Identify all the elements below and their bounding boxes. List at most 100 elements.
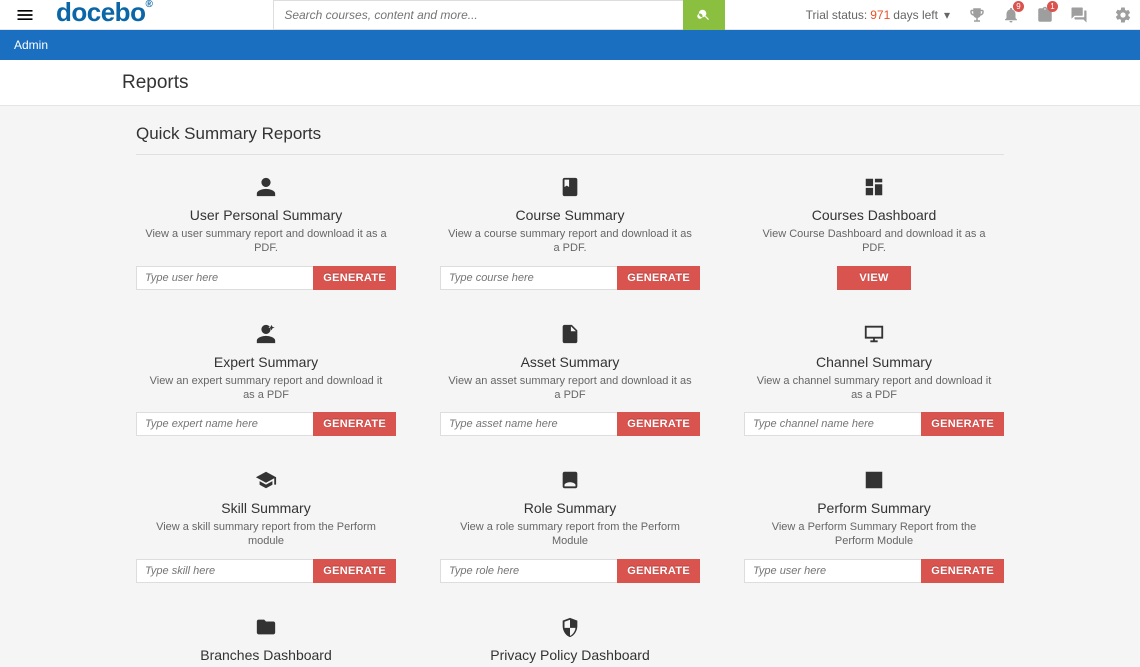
page-title-strip: Reports (0, 60, 1140, 106)
card-description: View a channel summary report and downlo… (744, 374, 1004, 403)
report-card: Asset Summary View an asset summary repor… (440, 320, 700, 437)
tasks-button[interactable]: 1 (1028, 0, 1062, 30)
tasks-badge: 1 (1047, 1, 1058, 12)
report-card: Branches Dashboard (136, 613, 396, 667)
book-icon (440, 173, 700, 201)
card-description: View a skill summary report from the Per… (136, 520, 396, 549)
shield-icon (440, 613, 700, 641)
card-description: View a Perform Summary Report from the P… (744, 520, 1004, 549)
generate-button[interactable]: GENERATE (313, 266, 396, 290)
notifications-badge: 9 (1013, 1, 1024, 12)
chart-icon (744, 466, 1004, 494)
card-title: Course Summary (440, 207, 700, 223)
generate-button[interactable]: GENERATE (617, 559, 700, 583)
report-cards-grid: User Personal Summary View a user summary… (136, 173, 1004, 667)
generate-button[interactable]: GENERATE (617, 412, 700, 436)
card-description: View a role summary report from the Perf… (440, 520, 700, 549)
card-title: Expert Summary (136, 354, 396, 370)
card-title: Asset Summary (440, 354, 700, 370)
card-input[interactable] (136, 412, 313, 436)
card-title: Role Summary (440, 500, 700, 516)
trial-prefix: Trial status: (806, 8, 868, 22)
messages-button[interactable] (1062, 0, 1096, 30)
card-title: Skill Summary (136, 500, 396, 516)
card-actions: GENERATE (440, 266, 700, 290)
breadcrumb[interactable]: Admin (14, 38, 48, 52)
dashboard-icon (744, 173, 1004, 201)
card-actions: GENERATE (136, 412, 396, 436)
card-title: Privacy Policy Dashboard (440, 647, 700, 663)
folder-icon (136, 613, 396, 641)
generate-button[interactable]: GENERATE (313, 559, 396, 583)
card-description: View an expert summary report and downlo… (136, 374, 396, 403)
card-input[interactable] (440, 412, 617, 436)
card-description: View Course Dashboard and download it as… (744, 227, 1004, 256)
report-card: Perform Summary View a Perform Summary Re… (744, 466, 1004, 583)
card-actions: GENERATE (136, 266, 396, 290)
global-search (273, 0, 725, 30)
view-button[interactable]: VIEW (837, 266, 911, 290)
generate-button[interactable]: GENERATE (617, 266, 700, 290)
logo-text: docebo (56, 0, 145, 27)
topbar: docebo® Trial status: 971 days left ▾ 9 … (0, 0, 1140, 30)
logo[interactable]: docebo® (50, 0, 158, 28)
generate-button[interactable]: GENERATE (313, 412, 396, 436)
card-title: User Personal Summary (136, 207, 396, 223)
card-actions: GENERATE (744, 412, 1004, 436)
report-card: Role Summary View a role summary report f… (440, 466, 700, 583)
card-title: Courses Dashboard (744, 207, 1004, 223)
content: Quick Summary Reports User Personal Summ… (0, 106, 1140, 667)
card-actions: VIEW (744, 266, 1004, 290)
report-card: Channel Summary View a channel summary re… (744, 320, 1004, 437)
generate-button[interactable]: GENERATE (921, 412, 1004, 436)
search-button[interactable] (683, 0, 725, 30)
card-description: View a course summary report and downloa… (440, 227, 700, 256)
settings-button[interactable] (1106, 0, 1140, 30)
report-card: Courses Dashboard View Course Dashboard a… (744, 173, 1004, 290)
card-actions: GENERATE (440, 412, 700, 436)
card-input[interactable] (136, 266, 313, 290)
card-title: Branches Dashboard (136, 647, 396, 663)
gamification-button[interactable] (960, 0, 994, 30)
registered-mark: ® (145, 0, 152, 10)
hamburger-icon (15, 5, 35, 25)
cap-icon (136, 466, 396, 494)
card-input[interactable] (136, 559, 313, 583)
chat-icon (1070, 6, 1088, 24)
file-icon (440, 320, 700, 348)
card-description: View an asset summary report and downloa… (440, 374, 700, 403)
search-input[interactable] (273, 0, 683, 30)
trial-days: 971 (870, 8, 890, 22)
trial-suffix: days left (893, 8, 938, 22)
card-title: Channel Summary (744, 354, 1004, 370)
card-title: Perform Summary (744, 500, 1004, 516)
menu-toggle-button[interactable] (0, 0, 50, 30)
card-actions: GENERATE (136, 559, 396, 583)
trophy-icon (968, 6, 986, 24)
monitor-icon (744, 320, 1004, 348)
gear-icon (1114, 6, 1132, 24)
card-input[interactable] (744, 559, 921, 583)
generate-button[interactable]: GENERATE (921, 559, 1004, 583)
card-input[interactable] (440, 559, 617, 583)
card-description: View a user summary report and download … (136, 227, 396, 256)
report-card: Course Summary View a course summary repo… (440, 173, 700, 290)
report-card: User Personal Summary View a user summary… (136, 173, 396, 290)
user-icon (136, 173, 396, 201)
card-actions: GENERATE (440, 559, 700, 583)
trial-status[interactable]: Trial status: 971 days left ▾ (796, 8, 960, 22)
report-card: Expert Summary View an expert summary rep… (136, 320, 396, 437)
card-actions: GENERATE (744, 559, 1004, 583)
breadcrumb-bar: Admin (0, 30, 1140, 60)
caret-down-icon: ▾ (944, 8, 950, 22)
search-icon (697, 8, 711, 22)
card-input[interactable] (744, 412, 921, 436)
report-card: Privacy Policy Dashboard (440, 613, 700, 667)
topbar-icons: 9 1 (960, 0, 1140, 30)
notifications-button[interactable]: 9 (994, 0, 1028, 30)
expert-icon (136, 320, 396, 348)
topbar-right: Trial status: 971 days left ▾ 9 1 (796, 0, 1140, 30)
report-card: Skill Summary View a skill summary report… (136, 466, 396, 583)
section-heading: Quick Summary Reports (136, 124, 1004, 155)
card-input[interactable] (440, 266, 617, 290)
